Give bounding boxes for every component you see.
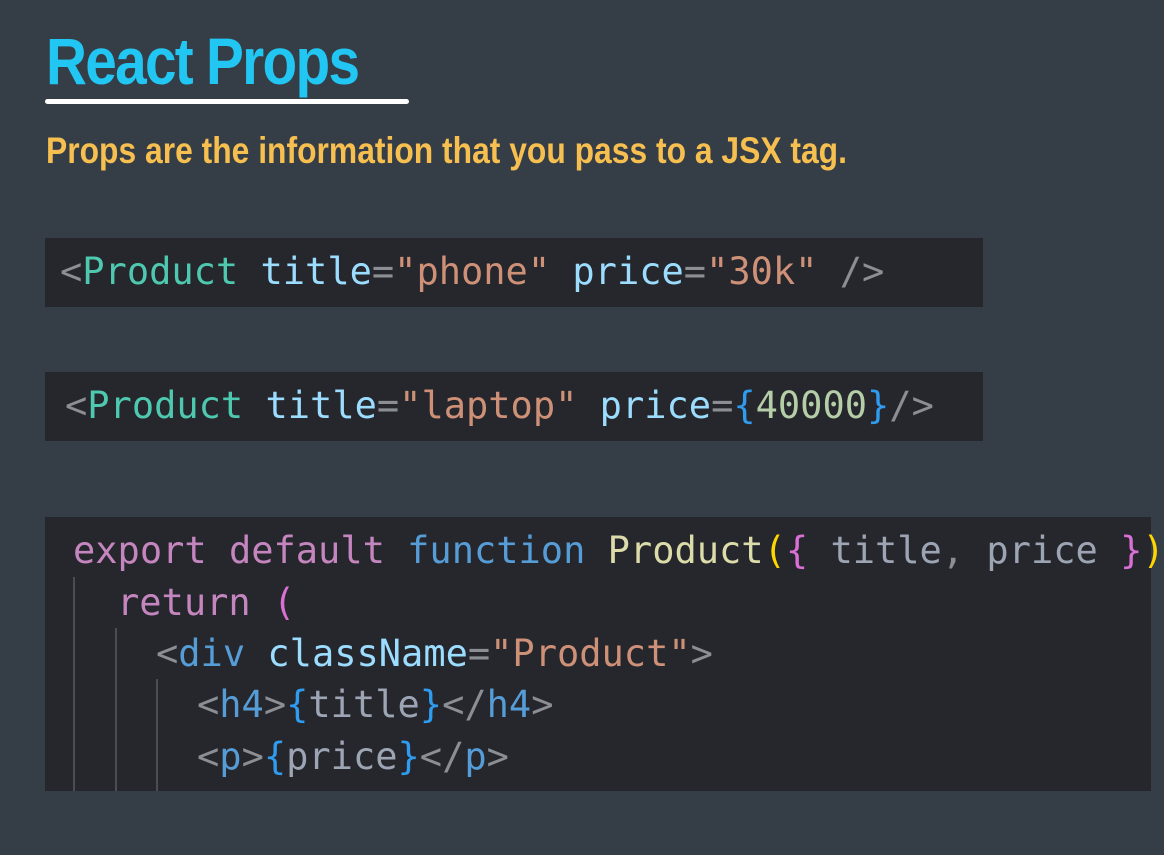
token-paren: ( <box>763 529 786 572</box>
token-keyword: default <box>228 529 385 572</box>
token-brace: { <box>733 384 756 427</box>
title-underline <box>45 99 409 104</box>
code-line: export default function Product({ title,… <box>73 525 1164 577</box>
code-line: <h4>{title}</h4> <box>197 679 553 731</box>
code-line: <p>{price}</p> <box>197 731 509 783</box>
token-string: "phone" <box>394 250 551 293</box>
indent-guide <box>73 577 75 791</box>
token-attribute: price <box>572 250 684 293</box>
token-paren: ) <box>1142 529 1164 572</box>
token-paren: ( <box>272 581 296 624</box>
token-tag: div <box>178 632 246 675</box>
code-line: return ( <box>117 577 295 629</box>
token-attribute: title <box>260 250 372 293</box>
token-punctuation: < <box>197 683 220 726</box>
indent-guide <box>115 628 117 791</box>
token-brace: } <box>1120 529 1143 572</box>
slide-subtitle: Props are the information that you pass … <box>46 130 847 171</box>
token-brace: { <box>785 529 809 572</box>
code-block-laptop: <Product title="laptop" price={40000}/> <box>45 372 983 441</box>
token-punctuation: > <box>690 632 713 675</box>
token-attribute: className <box>267 632 468 675</box>
token-string: "laptop" <box>399 384 578 427</box>
slide-title: React Props <box>46 24 360 98</box>
token-punctuation: < <box>156 632 179 675</box>
token-attribute: title <box>265 384 377 427</box>
token-keyword: export <box>73 529 207 572</box>
token-operator: = <box>371 250 395 293</box>
token-brace: { <box>263 735 287 778</box>
token-operator: = <box>376 384 400 427</box>
token-number: 40000 <box>755 384 868 427</box>
token-identifier: title <box>308 683 420 726</box>
token-keyword: function <box>407 529 586 572</box>
token-punctuation: /> <box>839 250 885 293</box>
token-punctuation: > <box>241 735 264 778</box>
token-tag: p <box>464 735 487 778</box>
token-string: "Product" <box>490 632 691 675</box>
token-parameter: title <box>830 529 942 572</box>
token-operator: = <box>467 632 491 675</box>
code-block-phone: <Product title="phone" price="30k" /> <box>45 238 983 307</box>
token-string: "30k" <box>706 250 818 293</box>
code-line: <Product title="phone" price="30k" /> <box>60 246 884 298</box>
token-attribute: price <box>599 384 712 427</box>
token-tag: h4 <box>219 683 264 726</box>
token-operator: = <box>711 384 734 427</box>
token-punctuation: </ <box>442 683 487 726</box>
token-punctuation: < <box>197 735 220 778</box>
token-brace: } <box>419 683 443 726</box>
token-punctuation: < <box>60 250 83 293</box>
token-punctuation: < <box>65 384 88 427</box>
token-function-name: Product <box>607 529 764 572</box>
token-component: Product <box>87 384 244 427</box>
token-punctuation: /> <box>889 384 934 427</box>
token-keyword: return <box>117 581 251 624</box>
token-tag: h4 <box>486 683 532 726</box>
token-punctuation: > <box>486 735 509 778</box>
token-punctuation: > <box>531 683 554 726</box>
token-operator: = <box>683 250 707 293</box>
code-block-component: export default function Product({ title,… <box>45 517 1164 791</box>
code-line: <Product title="laptop" price={40000}/> <box>65 380 934 432</box>
token-brace: { <box>286 683 309 726</box>
indent-guide <box>156 679 158 791</box>
token-punctuation: </ <box>419 735 465 778</box>
token-punctuation: , <box>941 529 965 572</box>
token-parameter: price <box>986 529 1098 572</box>
token-punctuation: > <box>263 683 287 726</box>
code-line: <div className="Product"> <box>156 628 713 680</box>
token-component: Product <box>82 250 239 293</box>
token-tag: p <box>219 735 242 778</box>
token-brace: } <box>397 735 420 778</box>
token-brace: } <box>867 384 890 427</box>
token-identifier: price <box>286 735 398 778</box>
